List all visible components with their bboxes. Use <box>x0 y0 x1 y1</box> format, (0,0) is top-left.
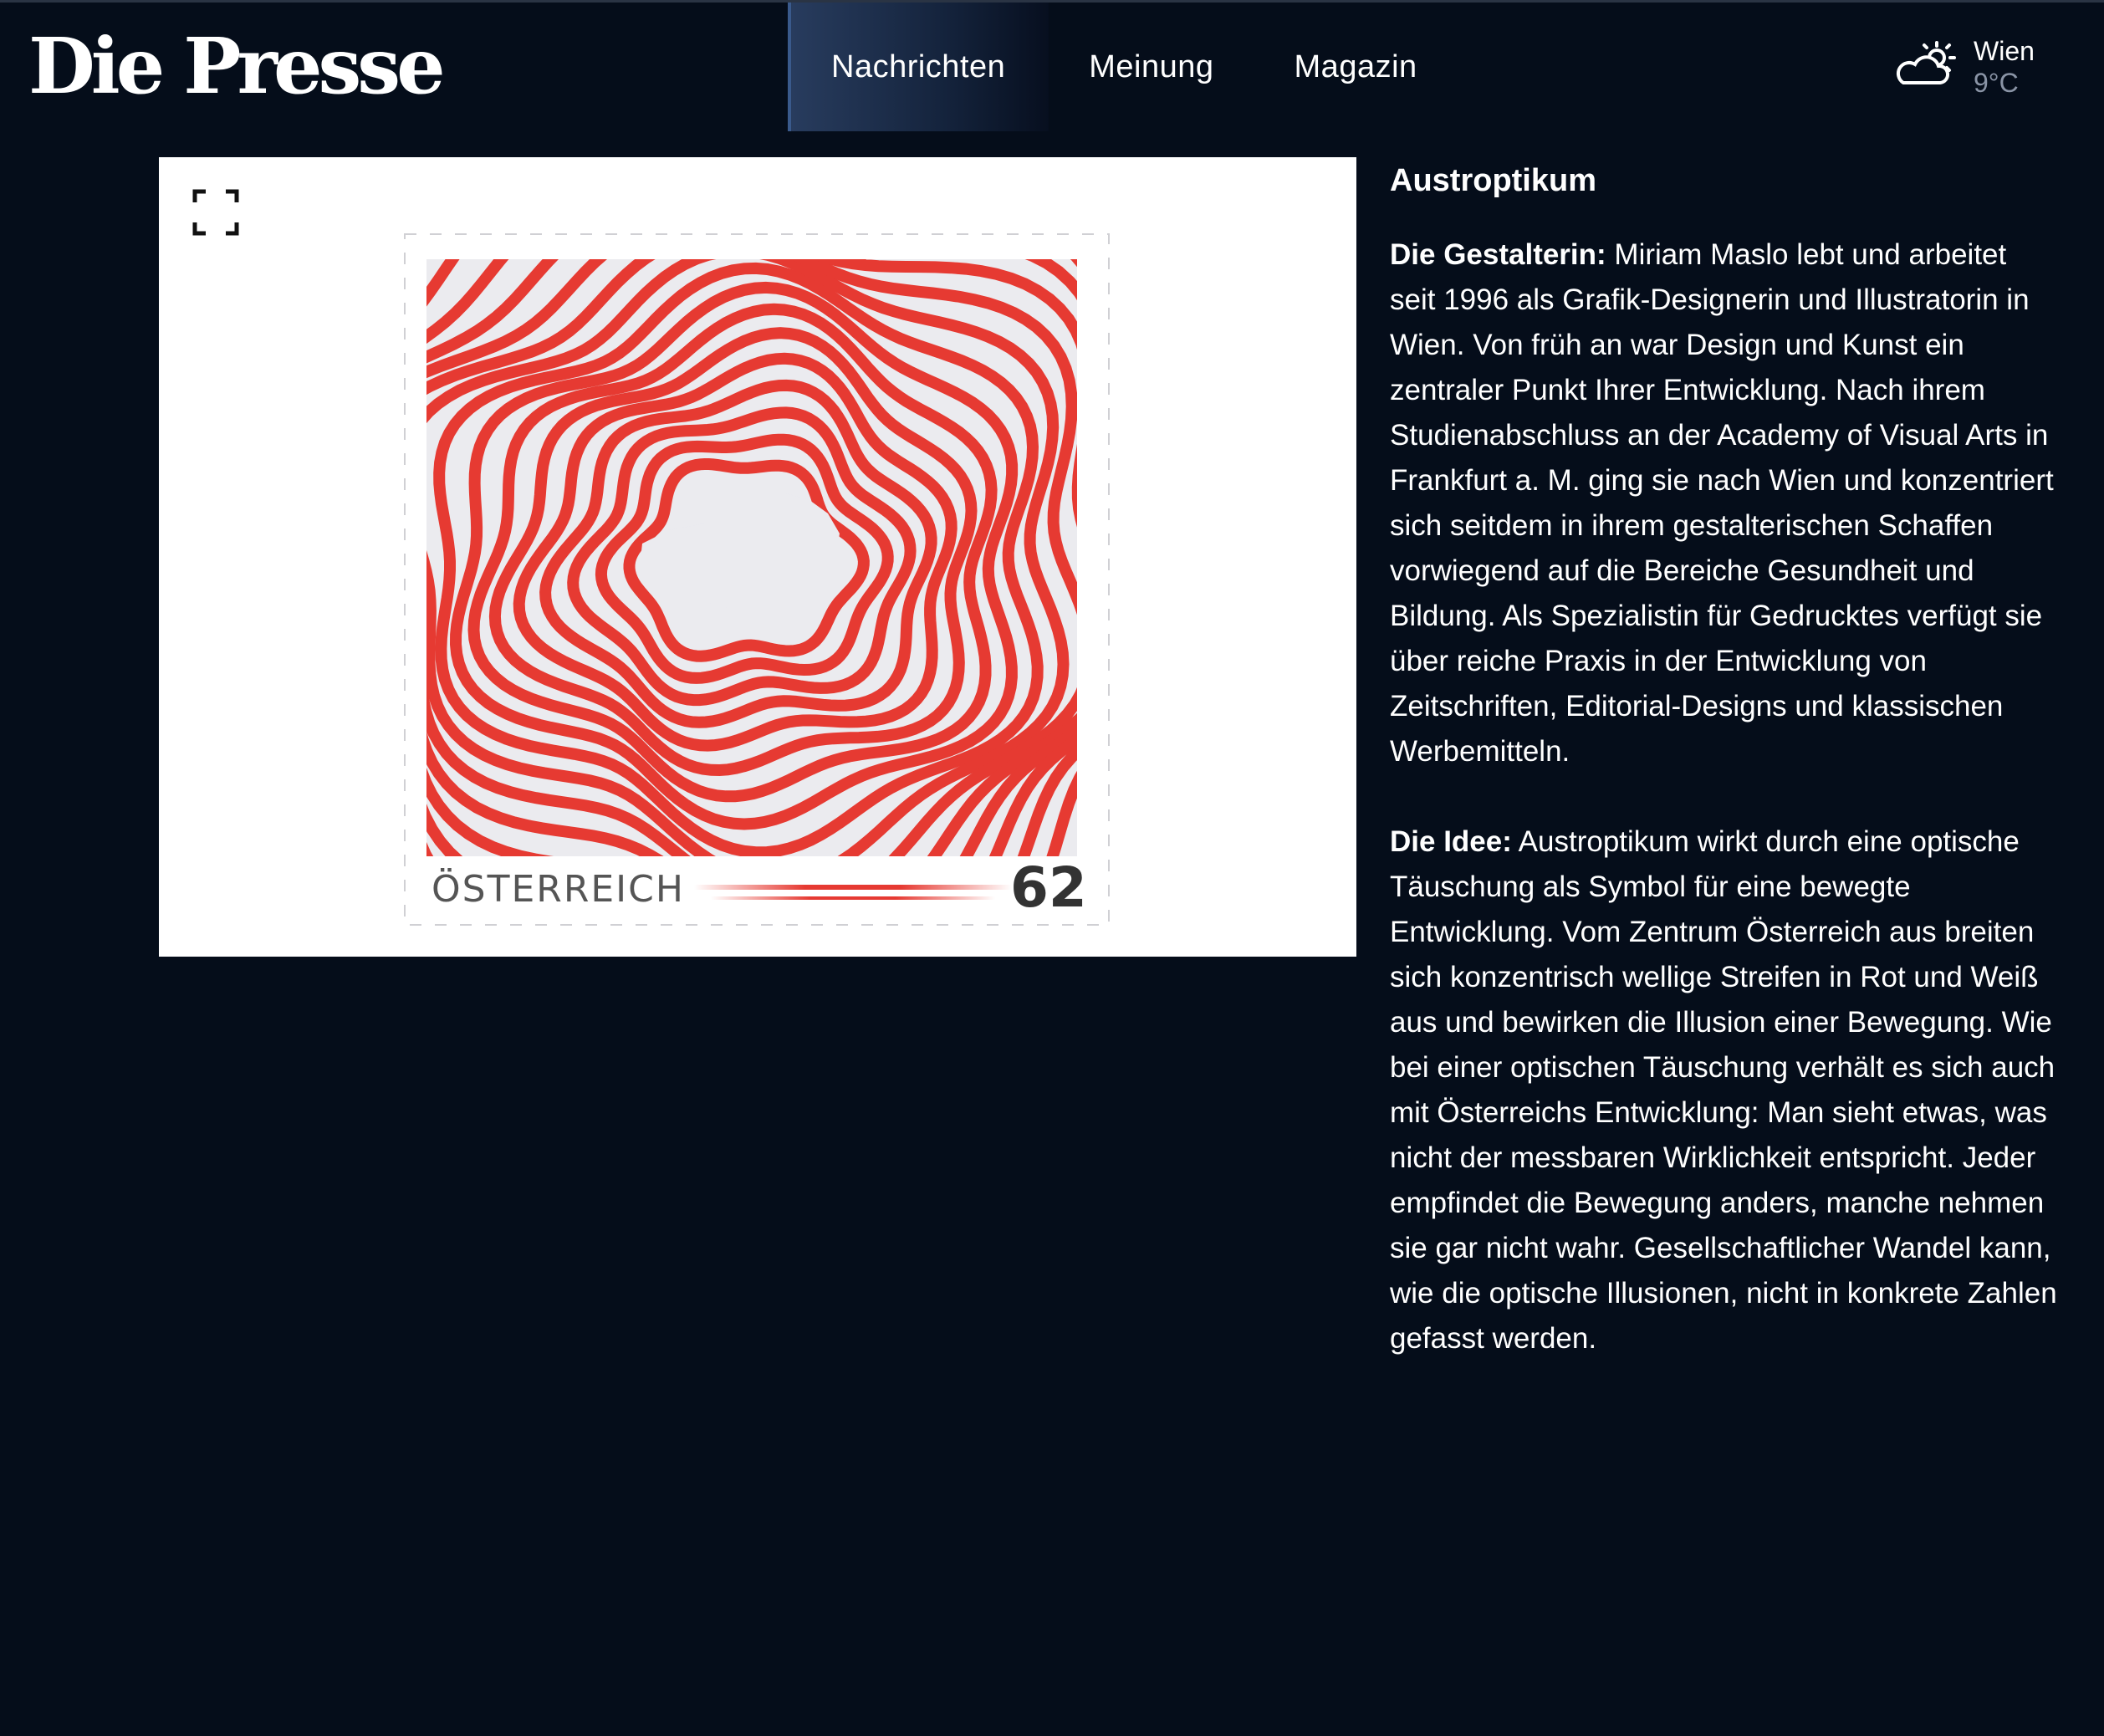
nav-item-magazin[interactable]: Magazin <box>1254 3 1458 131</box>
top-navigation-bar: Die Presse Nachrichten Meinung Magazin W… <box>0 0 2104 131</box>
article-body: Austroptikum Die Gestalterin: Miriam Mas… <box>1390 156 2059 1407</box>
paragraph-text: Miriam Maslo lebt und arbeitet seit 1996… <box>1390 238 2054 768</box>
stamp-value: 62 <box>1010 855 1087 920</box>
partly-cloudy-icon <box>1897 41 1956 84</box>
stamp-illustration: ÖSTERREICH 62 <box>404 233 1110 926</box>
article-paragraph-idea: Die Idee: Austroptikum wirkt durch eine … <box>1390 819 2059 1361</box>
weather-temperature: 9°C <box>1974 68 2019 98</box>
weather-widget[interactable]: Wien 9°C <box>1892 33 2076 108</box>
article-title: Austroptikum <box>1390 163 1596 198</box>
article-paragraph-designer: Die Gestalterin: Miriam Maslo lebt und a… <box>1390 232 2059 774</box>
nav-item-meinung[interactable]: Meinung <box>1049 3 1254 131</box>
main-nav: Nachrichten Meinung Magazin <box>788 3 1458 131</box>
nav-item-nachrichten[interactable]: Nachrichten <box>788 3 1049 131</box>
paragraph-label: Die Gestalterin: <box>1390 238 1606 271</box>
stamp-divider-line <box>711 896 995 900</box>
paragraph-label: Die Idee: <box>1390 825 1512 858</box>
weather-city: Wien <box>1974 36 2035 66</box>
article-image: ÖSTERREICH 62 <box>159 157 1356 957</box>
paragraph-text: Austroptikum wirkt durch eine optische T… <box>1390 825 2057 1355</box>
stamp-divider-line <box>694 885 1012 890</box>
stamp-country: ÖSTERREICH <box>432 867 685 911</box>
site-logo[interactable]: Die Presse <box>28 16 446 116</box>
expand-icon[interactable] <box>192 189 239 236</box>
